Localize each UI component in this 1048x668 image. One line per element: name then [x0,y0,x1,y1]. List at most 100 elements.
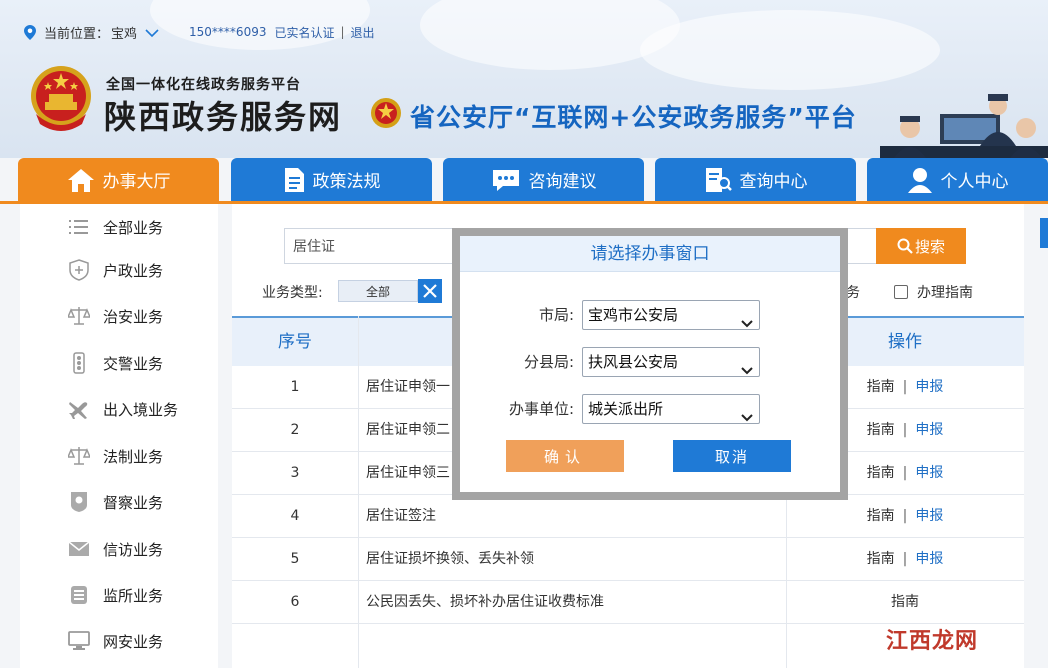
sidebar-item-label: 督察业务 [103,493,164,512]
county-bureau-label: 分县局: [523,353,574,371]
badge-icon [68,491,90,513]
chevron-down-icon[interactable] [145,27,159,38]
op-separator: | [902,465,908,481]
portal-title: 省公安厅“互联网+公安政务服务”平台 [410,103,857,132]
row-ops: 指南 | 申报 [786,495,1024,538]
table-row: 4 居住证签注 指南 | 申报 [232,495,1024,538]
guide-link[interactable]: 指南 [867,422,895,438]
column-divider [358,316,359,668]
sidebar-item-label: 出入境业务 [103,400,179,419]
page-header: 当前位置： 宝鸡 150****6093 已实名认证 | 退出 全国一体化在线政… [0,0,1048,158]
apply-link[interactable]: 申报 [915,422,943,438]
shield-plus-icon [68,259,90,281]
sidebar-item-household[interactable]: 户政业务 [68,258,163,282]
sidebar-item-public-security[interactable]: 治安业务 [68,304,163,328]
sidebar-item-petition[interactable]: 信访业务 [68,537,163,561]
county-bureau-row: 分县局: 扶风县公安局 [460,347,840,377]
city-bureau-label: 市局: [538,306,574,324]
traffic-light-icon [68,352,90,374]
scale-icon [68,445,90,467]
chevron-down-icon [741,404,753,432]
row-ops: 指南 | 申报 [786,538,1024,581]
sidebar-item-label: 法制业务 [103,447,164,466]
op-separator: | [902,508,908,524]
tab-personal[interactable]: 个人中心 [867,158,1048,201]
city-bureau-row: 市局: 宝鸡市公安局 [460,300,840,330]
sidebar-item-traffic[interactable]: 交警业务 [68,351,163,375]
sidebar-item-label: 交警业务 [103,354,164,373]
tab-label: 查询中心 [739,172,808,192]
office-unit-select[interactable]: 城关派出所 [582,394,760,424]
location-bar: 当前位置： 宝鸡 150****6093 已实名认证 | 退出 [24,22,375,42]
select-value: 扶风县公安局 [588,353,679,371]
business-type-chip[interactable]: 全部 [338,280,418,302]
location-label: 当前位置： [44,26,110,42]
confirm-button[interactable]: 确认 [506,440,624,472]
cancel-button[interactable]: 取消 [673,440,791,472]
select-value: 城关派出所 [588,400,664,418]
officers-illustration-icon [880,88,1048,158]
guide-link[interactable]: 指南 [867,379,895,395]
side-widget-tab[interactable] [1040,218,1048,248]
guide-link[interactable]: 指南 [891,594,919,610]
apply-link[interactable]: 申报 [915,379,943,395]
guide-checkbox-label: 办理指南 [917,285,973,301]
dialog-body: 请选择办事窗口 市局: 宝鸡市公安局 分县局: 扶风县公安局 办事单位: 城关派… [460,236,840,492]
sidebar-item-label: 监所业务 [103,586,164,605]
guide-link[interactable]: 指南 [867,508,895,524]
op-separator: | [902,379,908,395]
sidebar-item-cyber[interactable]: 网安业务 [68,629,163,653]
guide-checkbox[interactable]: 办理指南 [894,282,973,302]
row-num: 5 [290,551,300,567]
sidebar-item-label: 信访业务 [103,540,164,559]
national-emblem-icon [28,64,94,136]
location-city[interactable]: 宝鸡 [111,23,137,42]
sidebar-item-immigration[interactable]: 出入境业务 [68,397,178,421]
chevron-down-icon [741,310,753,338]
sidebar-item-legal[interactable]: 法制业务 [68,444,163,468]
tab-label: 个人中心 [940,172,1009,192]
chat-icon [491,168,521,192]
apply-link[interactable]: 申报 [915,465,943,481]
op-separator: | [902,551,908,567]
close-icon[interactable] [418,279,442,303]
search-button[interactable]: 搜索 [876,228,966,264]
row-name[interactable]: 公民因丢失、损坏补办居住证收费标准 [366,581,786,624]
document-icon [283,167,305,193]
checkbox-icon[interactable] [894,285,908,299]
logout-link[interactable]: 退出 [351,24,375,41]
brand-subtitle: 全国一体化在线政务服务平台 [106,77,301,93]
tab-label: 办事大厅 [102,172,171,192]
row-num: 2 [290,422,300,438]
scale-icon [68,305,90,327]
list-icon [68,216,90,238]
guide-link[interactable]: 指南 [867,465,895,481]
row-ops: 指南 [786,581,1024,624]
sidebar-item-label: 网安业务 [103,632,164,651]
row-name[interactable]: 居住证损坏换领、丢失补领 [366,538,786,581]
table-row: 5 居住证损坏换领、丢失补领 指南 | 申报 [232,538,1024,581]
sidebar-item-detention[interactable]: 监所业务 [68,583,163,607]
airplane-icon [68,398,90,420]
county-bureau-select[interactable]: 扶风县公安局 [582,347,760,377]
tab-query[interactable]: 查询中心 [655,158,856,201]
dialog-title: 请选择办事窗口 [460,236,840,272]
tab-consult[interactable]: 咨询建议 [443,158,644,201]
guide-link[interactable]: 指南 [867,551,895,567]
row-name[interactable]: 居住证签注 [366,495,786,538]
row-num: 1 [290,379,300,395]
sidebar-item-inspection[interactable]: 督察业务 [68,490,163,514]
sidebar: 全部业务 户政业务 治安业务 交警业务 出入境业务 法制业务 督察业务 信访业务… [20,204,218,668]
location-pin-icon [24,25,36,40]
city-bureau-select[interactable]: 宝鸡市公安局 [582,300,760,330]
apply-link[interactable]: 申报 [915,551,943,567]
tab-service-hall[interactable]: 办事大厅 [18,158,219,201]
select-value: 宝鸡市公安局 [588,306,679,324]
table-row: 6 公民因丢失、损坏补办居住证收费标准 指南 [232,581,1024,624]
office-unit-label: 办事单位: [508,400,574,418]
tab-policy[interactable]: 政策法规 [231,158,432,201]
row-num: 4 [290,508,300,524]
apply-link[interactable]: 申报 [915,508,943,524]
sidebar-item-all[interactable]: 全部业务 [68,215,163,239]
sidebar-item-label: 户政业务 [103,261,164,280]
